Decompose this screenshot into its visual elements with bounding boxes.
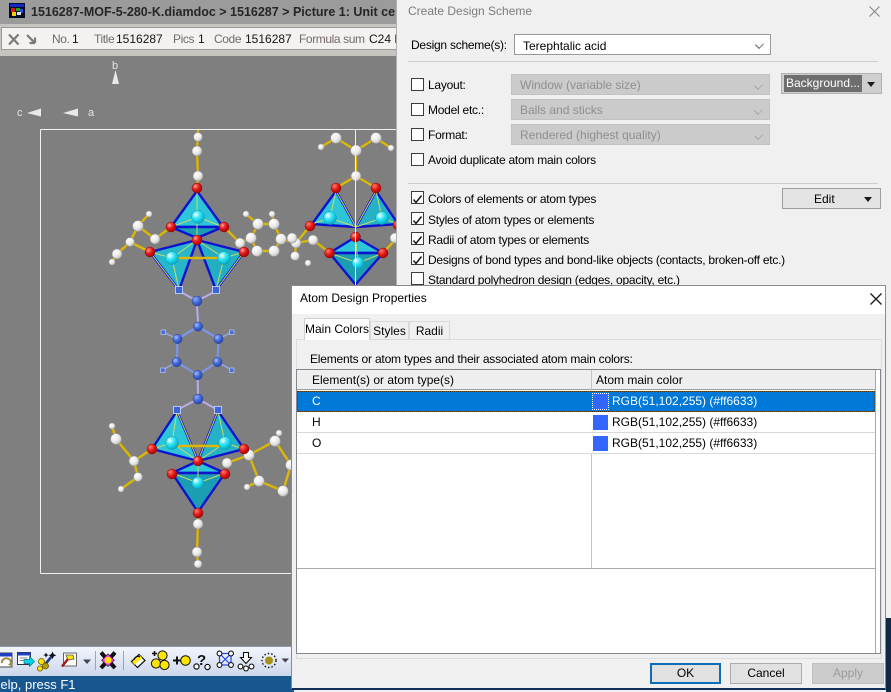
svg-text:a: a — [88, 107, 95, 119]
svg-text:c: c — [17, 107, 23, 119]
svg-text:b: b — [112, 60, 118, 72]
